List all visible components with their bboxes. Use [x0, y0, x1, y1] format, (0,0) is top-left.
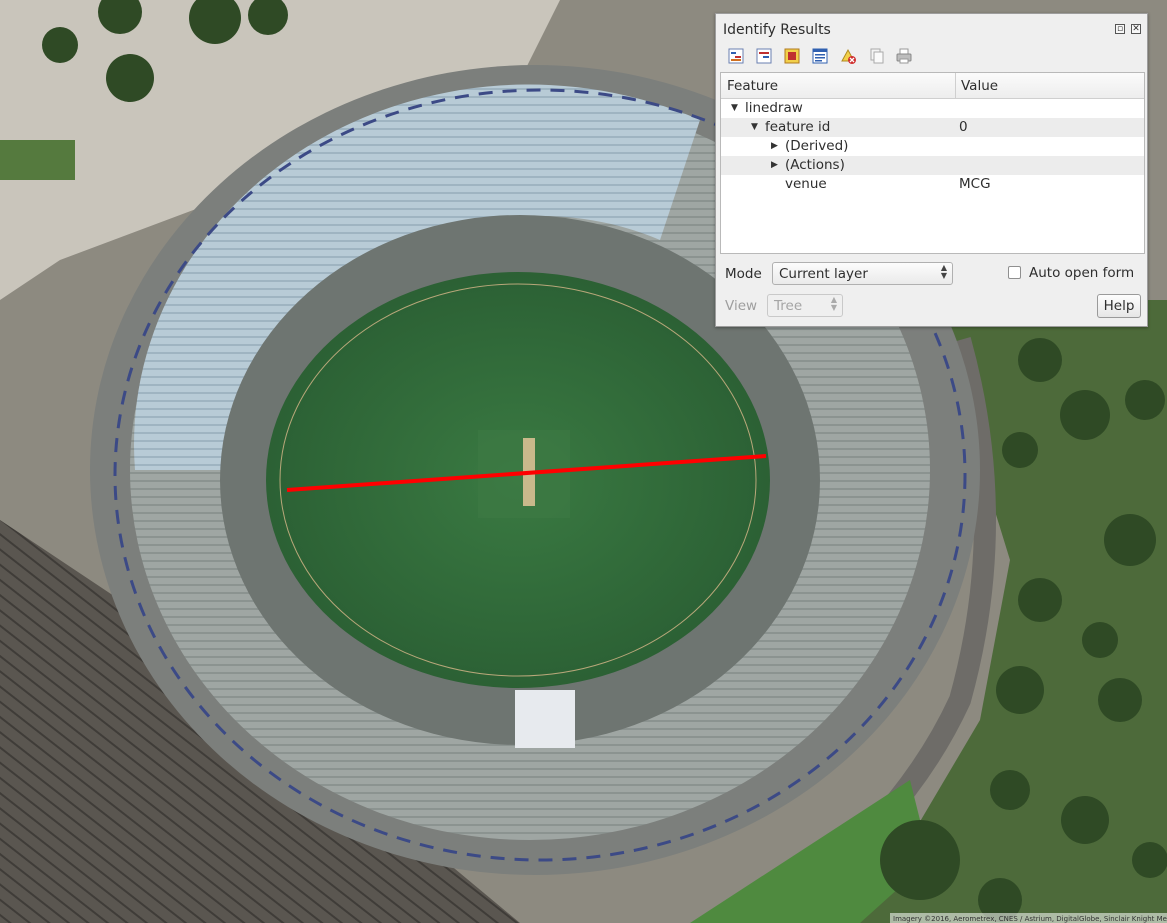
- auto-open-form-label: Auto open form: [1029, 265, 1135, 281]
- column-feature[interactable]: Feature: [727, 78, 778, 94]
- attribute-name: venue: [785, 176, 827, 192]
- collapsed-arrow-icon[interactable]: ▶: [771, 141, 778, 151]
- identify-results-panel: Identify Results ▫ ✕ Feature Value ▼ lin…: [715, 13, 1148, 327]
- expanded-arrow-icon[interactable]: ▼: [731, 103, 738, 113]
- close-icon[interactable]: ✕: [1131, 24, 1141, 34]
- green-area: [0, 140, 75, 180]
- tree-row-layer[interactable]: ▼ linedraw: [721, 99, 1144, 118]
- tree-row-actions[interactable]: ▶ (Actions): [721, 156, 1144, 175]
- collapse-tree-icon[interactable]: [754, 46, 774, 66]
- tree-row-derived[interactable]: ▶ (Derived): [721, 137, 1144, 156]
- copy-icon[interactable]: [866, 46, 886, 66]
- float-icon[interactable]: ▫: [1115, 24, 1125, 34]
- column-value[interactable]: Value: [961, 78, 998, 94]
- results-tree[interactable]: Feature Value ▼ linedraw ▼ feature id 0 …: [720, 72, 1145, 254]
- view-select: Tree ▲ ▼: [767, 294, 843, 317]
- scoreboard-roof: [515, 690, 575, 748]
- print-icon[interactable]: [894, 46, 914, 66]
- collapsed-arrow-icon[interactable]: ▶: [771, 160, 778, 170]
- attribute-value: MCG: [959, 176, 991, 192]
- view-value: Tree: [774, 298, 803, 314]
- map-attribution: Imagery ©2016, Aerometrex, CNES / Astriu…: [893, 915, 1167, 923]
- open-form-icon[interactable]: [810, 46, 830, 66]
- expand-tree-icon[interactable]: [726, 46, 746, 66]
- clear-results-icon[interactable]: [838, 46, 858, 66]
- tree-row-feature-id[interactable]: ▼ feature id 0: [721, 118, 1144, 137]
- combo-arrows-icon: ▲ ▼: [940, 263, 947, 280]
- layer-name: linedraw: [745, 100, 803, 116]
- combo-arrows-icon: ▲ ▼: [830, 295, 837, 312]
- derived-label: (Derived): [785, 138, 849, 154]
- view-label: View: [725, 298, 758, 314]
- mode-label: Mode: [725, 266, 762, 282]
- feature-id-label: feature id: [765, 119, 831, 135]
- help-button[interactable]: Help: [1097, 294, 1141, 318]
- expand-new-results-icon[interactable]: [782, 46, 802, 66]
- actions-label: (Actions): [785, 157, 845, 173]
- mode-select[interactable]: Current layer ▲ ▼: [772, 262, 953, 285]
- expanded-arrow-icon[interactable]: ▼: [751, 122, 758, 132]
- tree-header: Feature Value: [721, 73, 1144, 99]
- feature-id-value: 0: [959, 119, 968, 135]
- auto-open-form-checkbox[interactable]: [1008, 266, 1021, 279]
- panel-title: Identify Results: [723, 22, 831, 38]
- tree-row-attribute[interactable]: venue MCG: [721, 175, 1144, 194]
- mode-value: Current layer: [779, 266, 868, 282]
